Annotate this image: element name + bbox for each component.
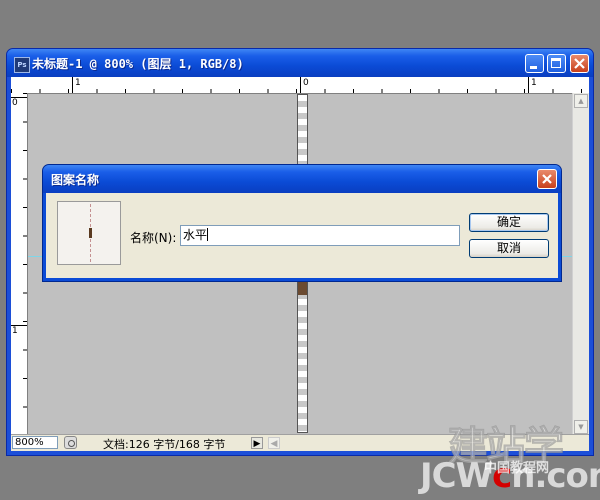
ruler-label: 1: [75, 78, 81, 88]
maximize-button[interactable]: [547, 54, 566, 73]
pattern-preview: [57, 201, 121, 265]
ruler-major-tick: [300, 77, 301, 93]
hscroll-left-button[interactable]: ◀: [268, 437, 280, 449]
preview-mark: [89, 228, 92, 238]
watermark-url-prefix: JCW: [420, 456, 493, 496]
scroll-down-button[interactable]: ▼: [574, 420, 588, 434]
document-titlebar[interactable]: Ps 未标题-1 @ 800% (图层 1, RGB/8): [7, 49, 593, 77]
dialog-body: 名称(N): 水平 确定 取消: [46, 193, 558, 278]
ruler-label: 0: [12, 98, 18, 108]
minimize-button[interactable]: [525, 54, 544, 73]
name-label: 名称(N):: [130, 231, 177, 245]
zoom-field[interactable]: 800%: [12, 436, 58, 449]
status-arrow-button[interactable]: ▶: [251, 437, 263, 449]
document-info: 文档:126 字节/168 字节: [103, 438, 226, 451]
close-icon: [574, 58, 585, 69]
ruler-label: 1: [531, 78, 537, 88]
dialog-titlebar[interactable]: 图案名称: [43, 165, 561, 193]
vertical-ruler[interactable]: 0 1: [11, 93, 28, 435]
minimize-icon: [530, 66, 537, 69]
dialog-title: 图案名称: [51, 173, 100, 187]
ok-button[interactable]: 确定: [469, 213, 549, 232]
text-caret: [207, 228, 209, 241]
ruler-major-tick: [72, 77, 73, 93]
pattern-name-dialog: 图案名称 名称(N): 水平 确定 取消: [42, 164, 562, 282]
watermark-cn: 中国教程网: [484, 461, 550, 476]
document-close-button[interactable]: [570, 54, 589, 73]
pattern-name-input[interactable]: 水平: [180, 225, 460, 246]
document-title: 未标题-1 @ 800% (图层 1, RGB/8): [32, 57, 244, 71]
maximize-icon: [551, 58, 561, 68]
close-icon: [542, 174, 552, 184]
photoshop-app-icon[interactable]: Ps: [14, 57, 30, 73]
cancel-button[interactable]: 取消: [469, 239, 549, 258]
status-menu-icon[interactable]: [64, 436, 77, 449]
pattern-name-value: 水平: [183, 228, 208, 242]
dialog-close-button[interactable]: [537, 169, 557, 189]
horizontal-ruler[interactable]: 1 0 1: [11, 77, 589, 94]
ruler-label: 1: [12, 326, 18, 336]
ruler-label: 0: [303, 78, 309, 88]
scroll-up-button[interactable]: ▲: [574, 94, 588, 108]
ruler-major-tick: [528, 77, 529, 93]
vertical-scrollbar[interactable]: ▲ ▼: [572, 93, 589, 435]
